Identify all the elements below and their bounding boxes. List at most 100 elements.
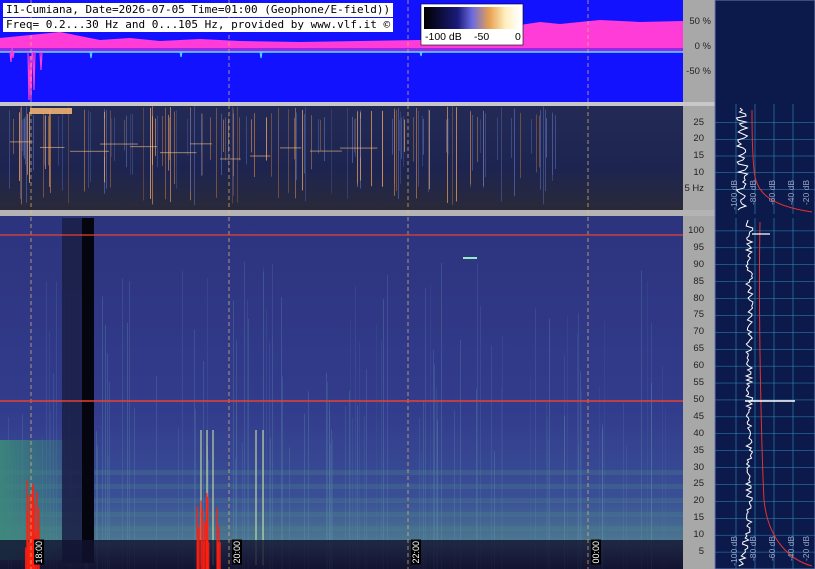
lowband-streak <box>422 115 423 167</box>
lowband-streak <box>174 111 175 185</box>
lowband-streak <box>126 115 127 168</box>
spectrogram-streak <box>477 263 478 569</box>
lowband-streak <box>340 147 378 149</box>
main-tick-label: 55 <box>693 377 704 389</box>
spectrogram-streak <box>122 278 123 569</box>
spectrogram-streak <box>244 261 245 569</box>
main-tick-label: 40 <box>693 427 704 439</box>
lowband-streak <box>24 118 25 156</box>
main-tick-label: 65 <box>693 343 704 355</box>
main-tick-label: 25 <box>693 478 704 490</box>
lowband-streak <box>210 117 211 160</box>
lowband-streak <box>280 147 302 149</box>
profile-db-label: -20 dB <box>801 536 811 562</box>
spectrogram-streak <box>491 345 492 569</box>
lowband-streak <box>511 118 512 158</box>
time-label: 00:00 <box>591 540 601 565</box>
lowband-streak <box>70 150 110 152</box>
spectrogram-streak <box>564 355 565 569</box>
waveform-tick-label: 0 % <box>694 41 711 52</box>
lowband-streak <box>223 119 224 153</box>
lowband-streak <box>194 106 195 205</box>
spectrogram-band <box>0 512 683 517</box>
lowband-streak <box>382 110 383 187</box>
lowband-streak <box>27 113 28 175</box>
spectrogram-streak <box>129 281 130 569</box>
lowband-streak <box>202 113 203 176</box>
spectrogram-streak <box>105 324 106 569</box>
lowband-streak <box>392 118 393 155</box>
lowband-streak <box>413 117 414 162</box>
lowband-streak <box>50 109 51 193</box>
main-tick-label: 15 <box>693 512 704 524</box>
lowband-streak <box>360 118 361 158</box>
lowband-streak <box>354 119 355 153</box>
lowband-streak <box>29 111 30 183</box>
lowband-streak <box>304 114 305 174</box>
spectrogram-streak <box>434 364 435 569</box>
main-tick-label: 75 <box>693 309 704 321</box>
spectrogram-streak <box>127 322 128 569</box>
lowband-streak <box>254 113 255 178</box>
lowband-streak <box>531 119 532 154</box>
lowband-streak <box>84 109 85 192</box>
lowband-streak <box>190 143 212 145</box>
lowband-streak <box>49 110 50 187</box>
lowband-streak <box>90 112 91 182</box>
spectrogram-streak <box>577 333 578 569</box>
spectrogram-streak <box>272 335 273 569</box>
main-tick-label: 20 <box>693 495 704 507</box>
colorbar-label-min: -100 dB <box>425 31 462 43</box>
lowband-streak <box>124 119 125 151</box>
lowband-streak <box>423 118 424 155</box>
spectrogram-streak <box>641 270 642 569</box>
colorbar-label-mid: -50 <box>474 31 490 43</box>
lowband-streak <box>278 119 279 151</box>
lowband-streak <box>25 116 26 165</box>
profile-db-label: -100 dB <box>729 180 739 210</box>
time-label: 20:00 <box>232 540 242 565</box>
main-tick-label: 70 <box>693 326 704 338</box>
spectrogram-streak <box>662 366 663 569</box>
lowband-streak <box>187 118 188 156</box>
lowband-streak <box>251 119 252 153</box>
lowband-streak <box>324 117 325 162</box>
lowband-streak <box>296 112 297 181</box>
lowband-streak <box>13 118 14 155</box>
lowband-streak <box>539 115 540 168</box>
lowband-streak <box>22 119 23 152</box>
lowband-streak <box>170 107 171 202</box>
spectrogram-streak <box>502 335 503 569</box>
spectrogram-streak <box>463 257 477 259</box>
lowband-streak <box>9 110 10 189</box>
lowband-streak <box>21 106 22 205</box>
impulsive-burst <box>219 541 221 569</box>
lowband-streak <box>483 110 484 188</box>
lowband-streak <box>545 109 546 192</box>
lowband-streak <box>68 106 69 204</box>
lowband-streak <box>169 117 170 161</box>
lowband-streak <box>23 118 24 157</box>
lowband-streak <box>404 119 405 152</box>
main-tick-label: 80 <box>693 292 704 304</box>
impulsive-burst <box>206 535 209 569</box>
lowband-streak <box>246 116 247 165</box>
lowband-streak <box>302 109 303 191</box>
spectrogram-streak <box>604 321 605 569</box>
lowband-streak <box>160 152 197 154</box>
lowband-streak <box>237 106 238 203</box>
profile-db-label: -100 dB <box>729 536 739 566</box>
lowband-streak <box>155 118 156 157</box>
lowband-streak <box>190 109 191 192</box>
lowband-streak <box>106 110 107 189</box>
lowband-streak <box>19 112 20 181</box>
lowband-streak <box>452 106 453 205</box>
spectrogram-band <box>0 470 683 475</box>
lowband-streak <box>456 107 457 202</box>
lowband-streak <box>320 119 321 151</box>
spectrogram-streak <box>182 270 183 569</box>
lowband-streak <box>294 117 295 160</box>
lowband-streak <box>266 117 267 161</box>
spectrogram-streak <box>387 274 388 569</box>
spectrogram-streak <box>107 353 108 569</box>
